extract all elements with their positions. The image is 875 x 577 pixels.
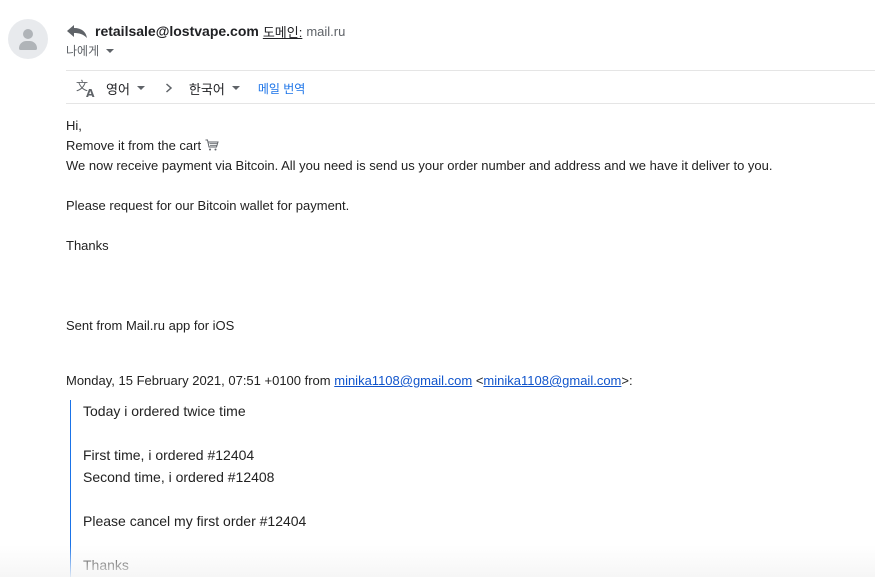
source-language-label: 영어 [106,81,130,97]
chevron-right-icon [165,83,173,93]
cart-icon [205,139,219,151]
quoted-message: Today i ordered twice time First time, i… [70,400,875,577]
translate-divider [66,103,875,104]
translate-message-button[interactable]: 메일 번역 [258,80,306,97]
quoted-line: Today i ordered twice time [83,403,246,419]
message-line: We now receive payment via Bitcoin. All … [66,158,773,173]
header-divider [66,70,875,71]
message-line: Sent from Mail.ru app for iOS [66,318,235,333]
quote-header-middle: < [472,373,484,388]
quoted-line: Second time, i ordered #12408 [83,469,275,485]
message-line-text: Remove it from the cart [66,138,202,153]
message-line [66,216,866,236]
quoted-line: Thanks [83,557,129,573]
recipient-details-toggle[interactable]: 나에게 [66,42,115,59]
message-line: Hi, [66,118,82,133]
reply-icon [67,25,87,38]
svg-text:A: A [86,87,95,98]
sender-email-link[interactable]: minika1108@gmail.com [334,373,472,388]
quoted-line [83,532,875,554]
message-line [66,296,866,316]
message-line [66,276,866,296]
translate-bar: 文 A 영어 한국어 메일 번역 [76,76,305,100]
chevron-down-icon [136,86,145,90]
quoted-line: First time, i ordered #12404 [83,447,255,463]
domain-value: mail.ru [306,23,346,39]
translate-icon: 文 A [76,78,95,98]
message-line: Please request for our Bitcoin wallet fo… [66,198,350,213]
sender-email[interactable]: retailsale@lostvape.com [95,23,259,39]
quoted-line: Please cancel my first order #12404 [83,513,307,529]
sender-avatar[interactable] [8,19,48,59]
quoted-line [83,488,875,510]
quote-header-suffix: >: [621,373,633,388]
message-line: Remove it from the cart [66,136,866,156]
avatar-body [19,41,37,50]
message-line [66,176,866,196]
sender-email-link[interactable]: minika1108@gmail.com [483,373,621,388]
message-line [66,256,866,276]
message-body: Hi, Remove it from the cart We now recei… [66,116,866,336]
avatar-head [23,29,33,39]
chevron-down-icon [231,86,240,90]
source-language-select[interactable]: 영어 [106,79,145,98]
recipient-label: 나에게 [66,44,100,58]
chevron-down-icon [106,48,115,53]
domain-label[interactable]: 도메인: [263,22,303,41]
message-line: Thanks [66,238,109,253]
target-language-select[interactable]: 한국어 [189,79,240,98]
quote-header: Monday, 15 February 2021, 07:51 +0100 fr… [66,372,633,390]
sender-header: retailsale@lostvape.com 도메인: mail.ru [66,20,345,42]
quote-header-prefix: Monday, 15 February 2021, 07:51 +0100 fr… [66,373,335,388]
target-language-label: 한국어 [188,81,225,97]
quoted-line [83,422,875,444]
